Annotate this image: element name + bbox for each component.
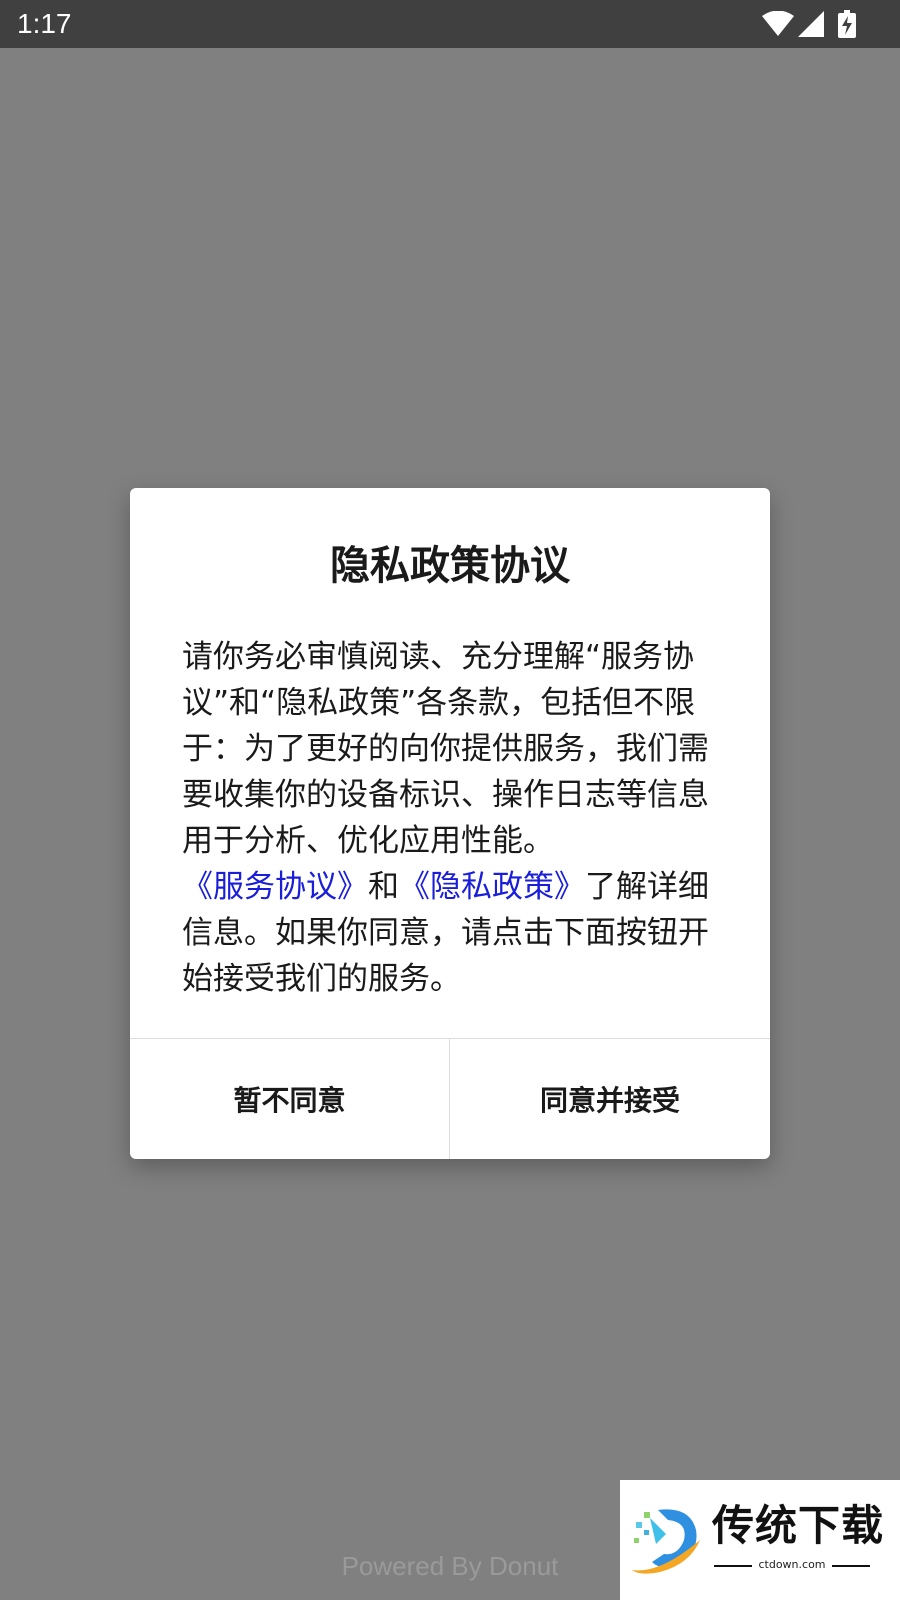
watermark-brand: 传统下载 [712, 1501, 885, 1550]
status-bar: 1:17 [0, 0, 900, 48]
status-icons [762, 9, 856, 39]
privacy-dialog: 隐私政策协议 请你务必审慎阅读、充分理解“服务协议”和“隐私政策”各条款，包括但… [130, 488, 770, 1159]
body-text: 请你务必审慎阅读、充分理解“服务协议”和“隐私政策”各条款，包括但不限于：为了更… [182, 639, 709, 859]
agree-button[interactable]: 同意并接受 [450, 1039, 770, 1159]
ctdown-logo-icon [632, 1509, 700, 1574]
dialog-body: 请你务必审慎阅读、充分理解“服务协议”和“隐私政策”各条款，包括但不限于：为了更… [182, 634, 718, 1002]
body-text-and: 和 [368, 869, 399, 905]
battery-charging-icon [838, 10, 856, 38]
watermark: 传统下载 ctdown.com [620, 1480, 900, 1600]
watermark-line-right [832, 1565, 870, 1567]
service-agreement-link[interactable]: 《服务协议》 [182, 869, 368, 905]
signal-icon [798, 11, 824, 37]
disagree-button[interactable]: 暂不同意 [130, 1039, 449, 1159]
status-time: 1:17 [17, 8, 72, 39]
wifi-icon [762, 11, 794, 36]
dialog-title: 隐私政策协议 [330, 543, 570, 589]
privacy-policy-link[interactable]: 《隐私政策》 [399, 869, 585, 905]
